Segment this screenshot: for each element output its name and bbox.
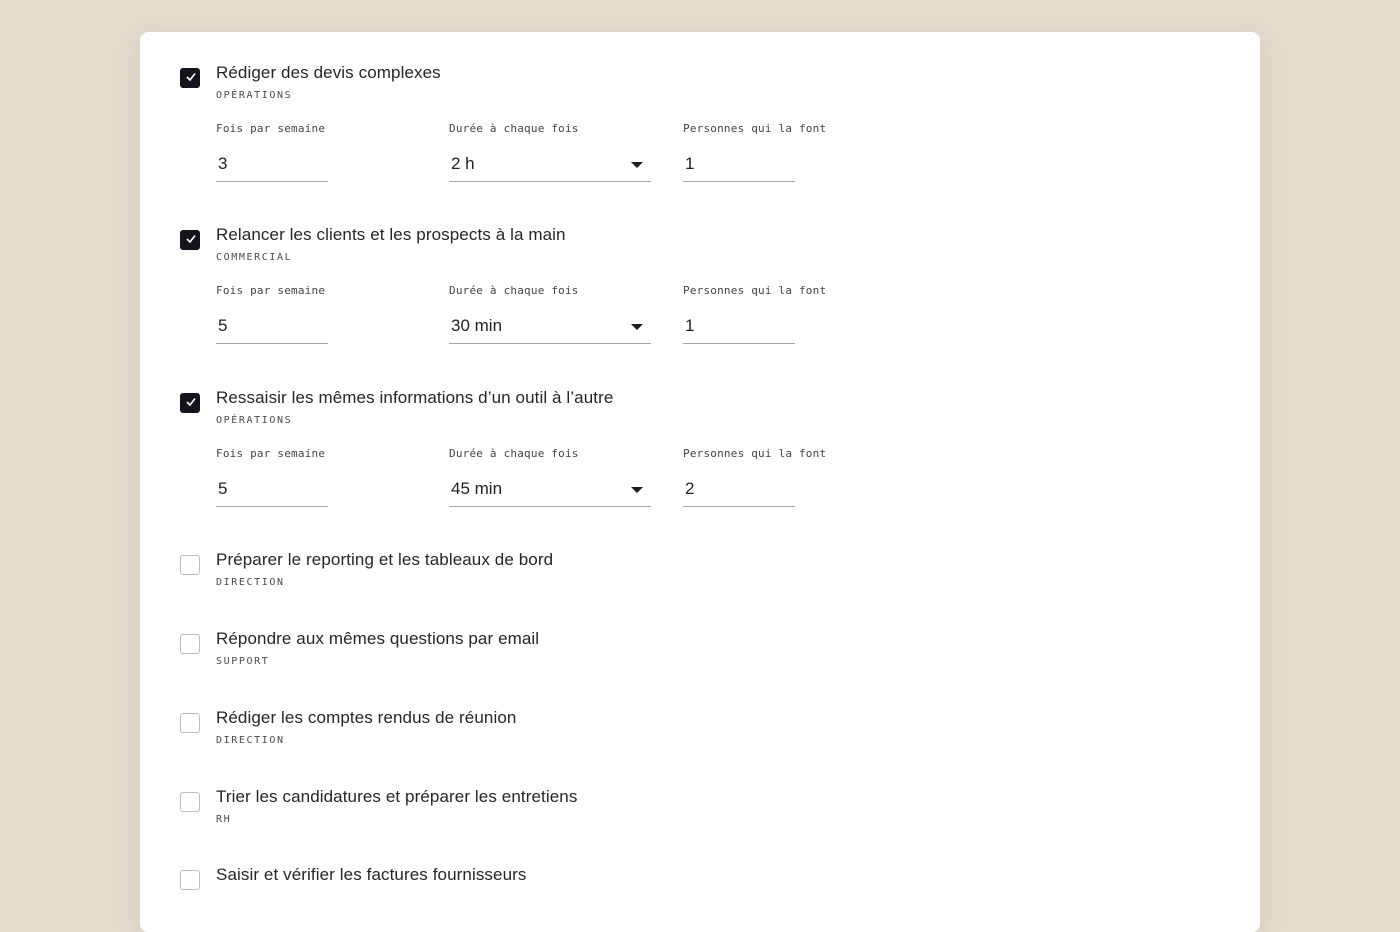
duration-label: Durée à chaque fois [449, 284, 579, 297]
task-category: DIRECTION [216, 735, 285, 746]
frequency-value: 3 [218, 154, 228, 173]
task-title: Préparer le reporting et les tableaux de… [216, 550, 554, 569]
task-title: Répondre aux mêmes questions par email [216, 629, 540, 648]
task-category: OPÉRATIONS [216, 415, 293, 426]
task-category: RH [216, 814, 232, 825]
task-title: Rédiger les comptes rendus de réunion [216, 708, 517, 727]
people-label: Personnes qui la font [683, 284, 827, 297]
task-category: OPÉRATIONS [216, 90, 293, 101]
duration-select[interactable]: 45 min [449, 471, 651, 507]
frequency-label: Fois par semaine [216, 122, 326, 135]
task-checkbox[interactable] [180, 792, 200, 812]
task-title: Saisir et vérifier les factures fourniss… [216, 865, 527, 884]
duration-label: Durée à chaque fois [449, 447, 579, 460]
task-category: SUPPORT [216, 656, 270, 667]
frequency-label: Fois par semaine [216, 284, 326, 297]
task-category: COMMERCIAL [216, 252, 293, 263]
task-title: Rédiger des devis complexes [216, 63, 441, 82]
caret-down-icon [631, 487, 643, 493]
frequency-input[interactable]: 5 [216, 308, 328, 344]
task-checkbox[interactable] [180, 393, 200, 413]
people-label: Personnes qui la font [683, 122, 827, 135]
frequency-label: Fois par semaine [216, 447, 326, 460]
task-category: DIRECTION [216, 577, 285, 588]
caret-down-icon [631, 162, 643, 168]
duration-select[interactable]: 2 h [449, 146, 651, 182]
duration-label: Durée à chaque fois [449, 122, 579, 135]
task-checkbox[interactable] [180, 68, 200, 88]
checkmark-icon [186, 235, 196, 244]
task-title: Relancer les clients et les prospects à … [216, 225, 566, 244]
people-input[interactable]: 2 [683, 471, 795, 507]
duration-value: 30 min [451, 316, 503, 335]
people-value: 2 [685, 479, 695, 498]
task-title: Ressaisir les mêmes informations d’un ou… [216, 388, 614, 407]
task-checkbox[interactable] [180, 870, 200, 890]
caret-down-icon [631, 324, 643, 330]
frequency-value: 5 [218, 479, 228, 498]
checkmark-icon [186, 73, 196, 82]
task-title: Trier les candidatures et préparer les e… [216, 787, 578, 806]
people-input[interactable]: 1 [683, 146, 795, 182]
checkmark-icon [186, 398, 196, 407]
duration-select[interactable]: 30 min [449, 308, 651, 344]
task-checkbox[interactable] [180, 713, 200, 733]
task-checkbox[interactable] [180, 555, 200, 575]
people-label: Personnes qui la font [683, 447, 827, 460]
task-checkbox[interactable] [180, 634, 200, 654]
frequency-input[interactable]: 5 [216, 471, 328, 507]
people-value: 1 [685, 154, 695, 173]
task-checkbox[interactable] [180, 230, 200, 250]
task-selection-card: Rédiger des devis complexes OPÉRATIONS F… [140, 32, 1260, 932]
duration-value: 45 min [451, 479, 503, 498]
people-value: 1 [685, 316, 695, 335]
people-input[interactable]: 1 [683, 308, 795, 344]
frequency-input[interactable]: 3 [216, 146, 328, 182]
frequency-value: 5 [218, 316, 228, 335]
duration-value: 2 h [451, 154, 475, 173]
